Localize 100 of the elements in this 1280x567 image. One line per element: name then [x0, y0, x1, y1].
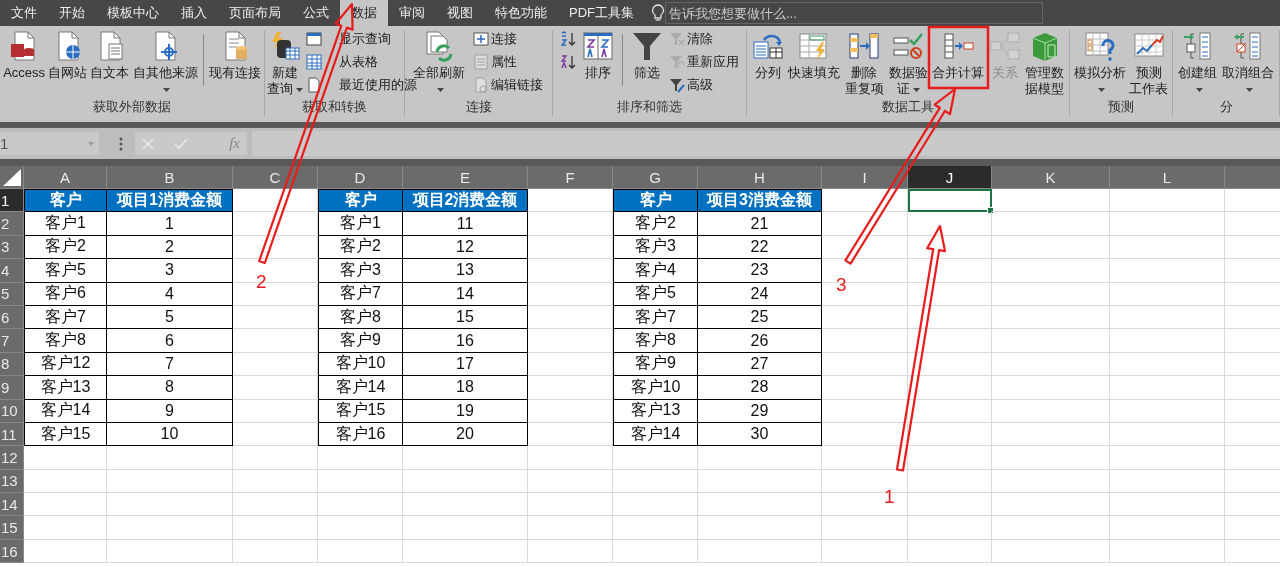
sheet-cell[interactable]	[1110, 212, 1225, 236]
name-box[interactable]: 1	[0, 132, 99, 155]
ribbon-button[interactable]: 分列	[750, 30, 785, 81]
sheet-cell[interactable]	[992, 446, 1110, 470]
column-heading[interactable]: G	[613, 166, 698, 189]
sheet-cell[interactable]	[1110, 352, 1225, 377]
sheet-cell[interactable]	[233, 422, 318, 447]
sheet-cell[interactable]	[1110, 305, 1225, 330]
sheet-cell[interactable]	[1110, 189, 1225, 213]
sheet-cell[interactable]	[613, 469, 698, 494]
cancel-icon[interactable]	[142, 137, 154, 150]
sheet-cell[interactable]	[908, 282, 992, 306]
formula-field[interactable]	[252, 131, 1280, 156]
sheet-cell[interactable]	[403, 539, 528, 564]
column-heading[interactable]: L	[1110, 166, 1225, 189]
sheet-cell[interactable]	[233, 352, 318, 377]
ribbon-button[interactable]: 筛选	[629, 30, 664, 81]
sheet-cell[interactable]	[613, 446, 698, 470]
sheet-cell[interactable]	[233, 399, 318, 423]
column-heading[interactable]: D	[318, 166, 403, 189]
sheet-cell[interactable]	[318, 446, 403, 470]
row-heading[interactable]: 9	[0, 376, 24, 400]
sheet-cell[interactable]	[908, 493, 992, 517]
row-heading[interactable]: 2	[0, 212, 24, 236]
sheet-cell[interactable]	[528, 235, 613, 260]
sheet-cell[interactable]	[822, 516, 908, 540]
sheet-cell[interactable]	[1110, 516, 1225, 540]
sheet-cell[interactable]	[1110, 422, 1225, 447]
sheet-cell[interactable]	[908, 259, 992, 283]
sheet-cell[interactable]	[24, 469, 107, 494]
row-heading[interactable]: 11	[0, 422, 24, 447]
row-heading[interactable]: 4	[0, 259, 24, 283]
menu-tab[interactable]: PDF工具集	[558, 0, 645, 26]
sheet-cell[interactable]	[233, 376, 318, 400]
row-heading[interactable]: 6	[0, 305, 24, 330]
ribbon-button[interactable]: 创建组	[1177, 30, 1218, 97]
menu-tab[interactable]: 插入	[170, 0, 218, 26]
sheet-cell[interactable]	[908, 212, 992, 236]
sheet-cell[interactable]	[528, 329, 613, 353]
sheet-cell[interactable]	[403, 446, 528, 470]
sheet-cell[interactable]	[24, 516, 107, 540]
more-icon[interactable]	[119, 136, 123, 151]
sheet-cell[interactable]	[233, 446, 318, 470]
ribbon-button[interactable]: 合并计算	[931, 30, 986, 81]
sheet-cell[interactable]	[822, 376, 908, 400]
sheet-cell[interactable]	[1110, 376, 1225, 400]
sheet-cell[interactable]	[1110, 235, 1225, 260]
sheet-cell[interactable]	[822, 189, 908, 213]
sheet-cell[interactable]	[822, 539, 908, 564]
sheet-cell[interactable]	[992, 376, 1110, 400]
sheet-cell[interactable]	[613, 493, 698, 517]
sheet-cell[interactable]	[233, 305, 318, 330]
column-heading[interactable]: E	[403, 166, 528, 189]
sheet-cell[interactable]	[107, 446, 233, 470]
ribbon-button[interactable]: 现有连接	[207, 30, 262, 81]
ribbon-button[interactable]: 排序	[581, 30, 616, 81]
sheet-cell[interactable]	[908, 305, 992, 330]
sheet-cell[interactable]	[528, 493, 613, 517]
sheet-cell[interactable]	[528, 539, 613, 564]
ribbon-button[interactable]: 自网站	[47, 30, 89, 81]
sheet-cell[interactable]	[992, 329, 1110, 353]
sheet-cell[interactable]	[822, 422, 908, 447]
sheet-cell[interactable]	[403, 516, 528, 540]
ribbon-button[interactable]: 数据验 证	[887, 30, 929, 97]
sheet-cell[interactable]	[822, 329, 908, 353]
row-heading[interactable]: 12	[0, 446, 24, 470]
sheet-cell[interactable]	[908, 399, 992, 423]
sheet-cell[interactable]	[908, 329, 992, 353]
ribbon-button[interactable]: 自文本	[89, 30, 131, 81]
sheet-cell[interactable]	[233, 493, 318, 517]
sheet-cell[interactable]	[613, 516, 698, 540]
sheet-cell[interactable]	[822, 352, 908, 377]
sheet-cell[interactable]	[1110, 399, 1225, 423]
sheet-cell[interactable]	[528, 399, 613, 423]
row-heading[interactable]: 14	[0, 493, 24, 517]
sheet-cell[interactable]	[908, 469, 992, 494]
ribbon-button[interactable]: 快速填充	[787, 30, 842, 81]
sheet-cell[interactable]	[822, 305, 908, 330]
sheet-cell[interactable]	[233, 329, 318, 353]
sheet-cell[interactable]	[822, 235, 908, 260]
sheet-cell[interactable]	[992, 305, 1110, 330]
column-heading[interactable]: C	[233, 166, 318, 189]
sheet-cell[interactable]	[698, 446, 822, 470]
ribbon-button[interactable]: 新建 查询	[266, 30, 304, 97]
sheet-cell[interactable]	[1110, 282, 1225, 306]
sheet-cell[interactable]	[698, 493, 822, 517]
sheet-cell[interactable]	[613, 539, 698, 564]
sheet-cell[interactable]	[403, 469, 528, 494]
sheet-cell[interactable]	[318, 539, 403, 564]
sheet-cell[interactable]	[992, 493, 1110, 517]
sheet-cell[interactable]	[233, 516, 318, 540]
column-heading[interactable]: K	[992, 166, 1110, 189]
sheet-cell[interactable]	[992, 259, 1110, 283]
menu-tab[interactable]: 文件	[0, 0, 48, 26]
menu-tab[interactable]: 审阅	[388, 0, 436, 26]
sheet-cell[interactable]	[24, 446, 107, 470]
column-heading[interactable]: F	[528, 166, 613, 189]
column-heading[interactable]: A	[24, 166, 107, 189]
sheet-cell[interactable]	[233, 539, 318, 564]
row-heading[interactable]: 1	[0, 189, 24, 213]
